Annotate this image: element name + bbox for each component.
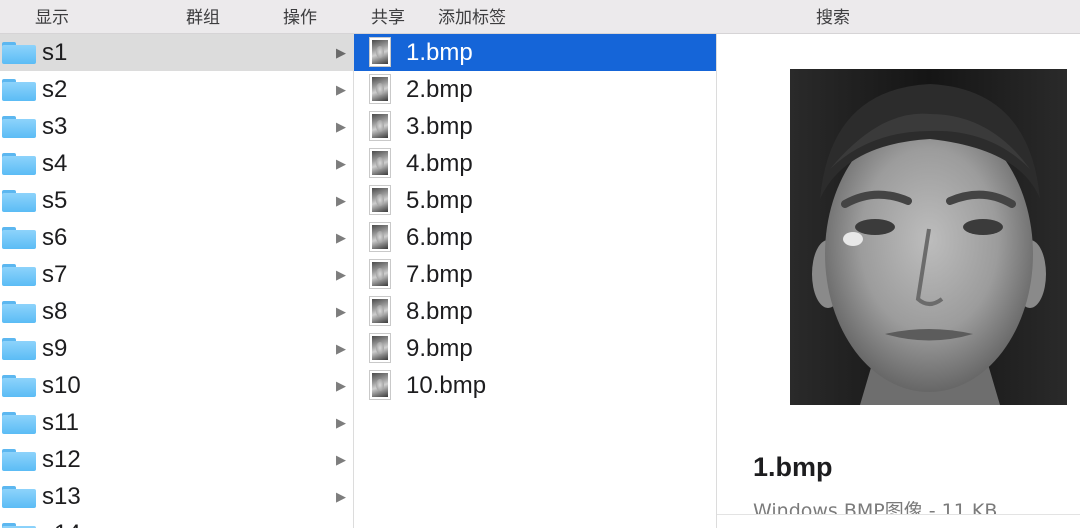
folder-name: s5	[42, 187, 68, 214]
group-button[interactable]: 群组	[186, 3, 220, 28]
face-photo	[790, 69, 1067, 405]
file-column: 1.bmp 2.bmp 3.bmp 4.bmp 5.bmp 6.bmp 7.bmp 8.bmp…	[354, 34, 717, 528]
add-tags-button[interactable]: 添加标签	[438, 3, 506, 28]
folder-icon	[2, 190, 36, 212]
file-row[interactable]: 8.bmp	[354, 293, 716, 330]
image-thumbnail-icon	[369, 148, 391, 178]
file-name: 4.bmp	[406, 150, 473, 177]
folder-row[interactable]: s13 ▶	[0, 478, 353, 515]
file-name: 7.bmp	[406, 261, 473, 288]
folder-name: s7	[42, 261, 68, 288]
image-thumbnail-icon	[369, 74, 391, 104]
folder-icon	[2, 227, 36, 249]
chevron-right-icon: ▶	[336, 230, 346, 245]
file-row[interactable]: 9.bmp	[354, 330, 716, 367]
file-row[interactable]: 3.bmp	[354, 108, 716, 145]
file-row[interactable]: 6.bmp	[354, 219, 716, 256]
share-button[interactable]: 共享	[371, 3, 405, 28]
image-thumbnail-icon	[369, 333, 391, 363]
chevron-right-icon: ▶	[336, 341, 346, 356]
folder-icon	[2, 412, 36, 434]
image-thumbnail-icon	[369, 111, 391, 141]
folder-icon	[2, 338, 36, 360]
file-row[interactable]: 4.bmp	[354, 145, 716, 182]
folder-name: s2	[42, 76, 68, 103]
folder-name: s8	[42, 298, 68, 325]
preview-image	[790, 69, 1067, 405]
folder-icon	[2, 42, 36, 64]
folder-row[interactable]: s1 ▶	[0, 34, 353, 71]
image-thumbnail-icon	[369, 296, 391, 326]
file-row[interactable]: 2.bmp	[354, 71, 716, 108]
folder-row[interactable]: s2 ▶	[0, 71, 353, 108]
chevron-right-icon: ▶	[336, 119, 346, 134]
file-name: 2.bmp	[406, 76, 473, 103]
image-thumbnail-icon	[369, 185, 391, 215]
folder-name: s3	[42, 113, 68, 140]
folder-row[interactable]: s11 ▶	[0, 404, 353, 441]
file-name: 8.bmp	[406, 298, 473, 325]
chevron-right-icon: ▶	[336, 304, 346, 319]
chevron-right-icon: ▶	[336, 45, 346, 60]
file-name: 9.bmp	[406, 335, 473, 362]
chevron-right-icon: ▶	[336, 267, 346, 282]
folder-name: s13	[42, 483, 81, 510]
folder-icon	[2, 264, 36, 286]
folder-name: s12	[42, 446, 81, 473]
chevron-right-icon: ▶	[336, 82, 346, 97]
preview-pane: 1.bmp Windows BMP图像 - 11 KB	[717, 34, 1080, 528]
folder-column: s1 ▶ s2 ▶ s3 ▶ s4 ▶ s5 ▶ s6 ▶ s7 ▶ s8 ▶ s9 ▶ s10 ▶ s11 ▶ s12 ▶ s…	[0, 34, 354, 528]
folder-row[interactable]: s8 ▶	[0, 293, 353, 330]
folder-name: s11	[42, 409, 79, 436]
folder-icon	[2, 116, 36, 138]
file-name: 6.bmp	[406, 224, 473, 251]
folder-icon	[2, 449, 36, 471]
view-button[interactable]: 显示	[35, 3, 69, 28]
folder-name: s6	[42, 224, 68, 251]
preview-clip	[717, 515, 1080, 528]
image-thumbnail-icon	[369, 222, 391, 252]
toolbar: 显示 群组 操作 共享 添加标签 搜索	[0, 0, 1080, 34]
folder-row[interactable]: s3 ▶	[0, 108, 353, 145]
chevron-right-icon: ▶	[336, 415, 346, 430]
folder-icon	[2, 486, 36, 508]
folder-name: s4	[42, 150, 68, 177]
folder-icon	[2, 79, 36, 101]
folder-name: s10	[42, 372, 81, 399]
folder-row[interactable]: s5 ▶	[0, 182, 353, 219]
file-name: 1.bmp	[406, 39, 473, 66]
folder-row[interactable]: s4 ▶	[0, 145, 353, 182]
folder-icon	[2, 301, 36, 323]
image-thumbnail-icon	[369, 37, 391, 67]
file-row[interactable]: 10.bmp	[354, 367, 716, 404]
folder-name: s14	[42, 520, 81, 528]
chevron-right-icon: ▶	[336, 156, 346, 171]
chevron-right-icon: ▶	[336, 452, 346, 467]
image-thumbnail-icon	[369, 259, 391, 289]
file-row[interactable]: 5.bmp	[354, 182, 716, 219]
folder-row[interactable]: s7 ▶	[0, 256, 353, 293]
action-button[interactable]: 操作	[283, 3, 317, 28]
folder-icon	[2, 153, 36, 175]
chevron-right-icon: ▶	[336, 193, 346, 208]
search-field[interactable]: 搜索	[816, 3, 850, 28]
file-row[interactable]: 1.bmp	[354, 34, 716, 71]
folder-row[interactable]: s12 ▶	[0, 441, 353, 478]
folder-name: s9	[42, 335, 68, 362]
folder-row[interactable]: s14▶	[0, 515, 353, 528]
image-thumbnail-icon	[369, 370, 391, 400]
folder-row[interactable]: s6 ▶	[0, 219, 353, 256]
file-row[interactable]: 7.bmp	[354, 256, 716, 293]
file-name: 3.bmp	[406, 113, 473, 140]
preview-filename: 1.bmp	[753, 452, 833, 482]
chevron-right-icon: ▶	[336, 378, 346, 393]
folder-row[interactable]: s9 ▶	[0, 330, 353, 367]
file-name: 10.bmp	[406, 372, 487, 399]
folder-icon	[2, 523, 36, 528]
chevron-right-icon: ▶	[336, 489, 346, 504]
file-name: 5.bmp	[406, 187, 473, 214]
folder-icon	[2, 375, 36, 397]
folder-name: s1	[42, 39, 68, 66]
folder-row[interactable]: s10 ▶	[0, 367, 353, 404]
